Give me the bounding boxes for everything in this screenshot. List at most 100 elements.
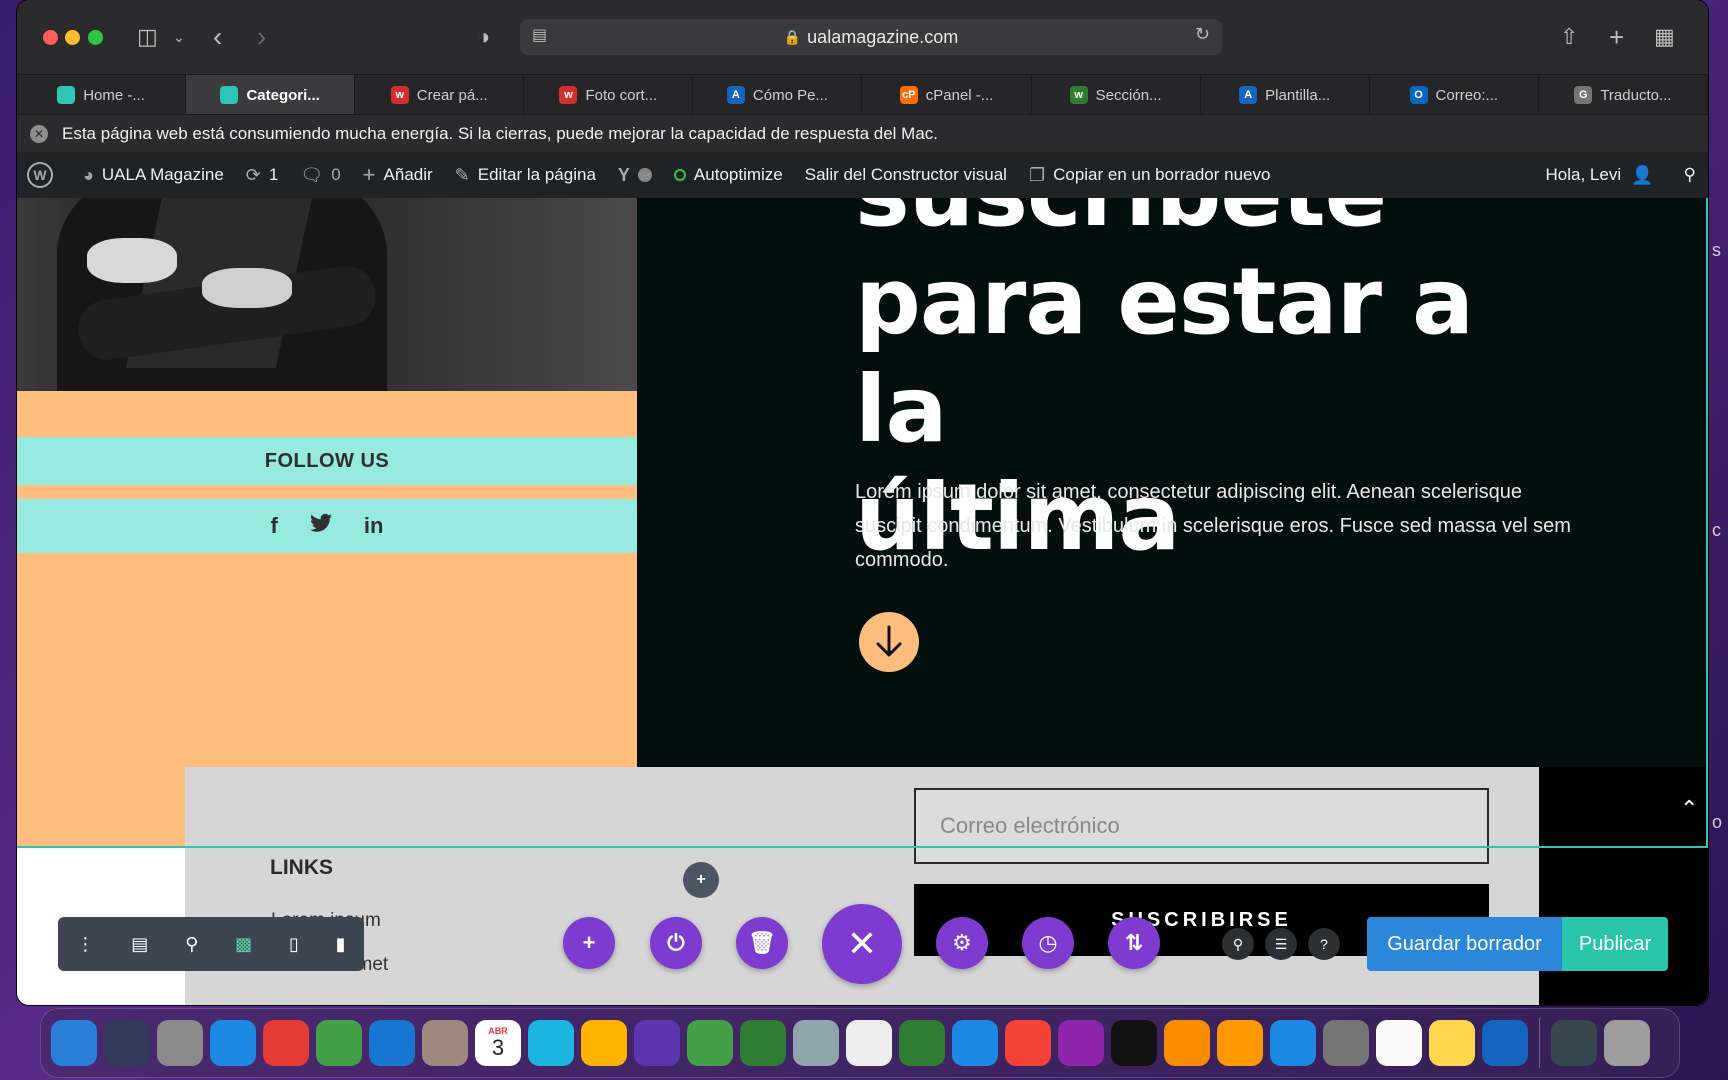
tab-label: Categori... [246, 86, 320, 104]
preview-icon[interactable] [793, 1020, 839, 1066]
imovie-icon[interactable] [634, 1020, 680, 1066]
zoom-view-icon[interactable]: ⚲ [185, 934, 198, 955]
comments-link[interactable]: 🗨 0 [300, 165, 340, 186]
messages-icon[interactable] [687, 1020, 733, 1066]
facebook-icon[interactable]: f [271, 513, 278, 539]
privacy-shield-icon[interactable]: ◑ [477, 22, 490, 52]
tab[interactable]: w Crear pá... [355, 75, 525, 115]
trash-icon[interactable]: 🗑 [736, 917, 788, 969]
wireframe-view-icon[interactable]: ▤ [131, 934, 148, 955]
yoast-menu[interactable]: Y [618, 165, 652, 186]
mail-icon[interactable] [369, 1020, 415, 1066]
edit-page-link[interactable]: ✎ Editar la página [455, 165, 596, 186]
tab[interactable]: A Cómo Pe... [693, 75, 863, 115]
facetime-icon[interactable] [740, 1020, 786, 1066]
tab[interactable]: O Correo:... [1369, 75, 1539, 115]
finder-icon[interactable] [51, 1020, 97, 1066]
portability-arrows-icon[interactable]: ⇅ [1108, 917, 1160, 969]
publish-button[interactable]: Publicar [1562, 917, 1668, 971]
tab-favicon-icon: w [559, 86, 578, 104]
account-menu[interactable]: Hola, Levi 👤 [1546, 165, 1654, 186]
trash-icon[interactable] [1604, 1020, 1650, 1066]
books-icon[interactable] [1217, 1020, 1263, 1066]
admin-search-icon[interactable]: ⚲ [1684, 165, 1696, 185]
numbers-icon[interactable] [899, 1020, 945, 1066]
close-window-button[interactable] [43, 30, 58, 45]
reload-icon[interactable]: ↻ [1195, 24, 1210, 45]
sidebar-icon[interactable]: ◫ [137, 22, 158, 52]
quicktime-icon[interactable] [1551, 1020, 1597, 1066]
tab-favicon-icon: cP [899, 86, 918, 104]
tab[interactable]: Home -... [17, 75, 187, 115]
settings-gear-icon[interactable]: ⚙ [936, 917, 988, 969]
reminders-icon[interactable] [1376, 1020, 1422, 1066]
layers-icon[interactable]: ☰ [1265, 928, 1297, 960]
tab[interactable]: G Traducto... [1538, 75, 1708, 115]
chevron-down-icon[interactable]: ⌄ [173, 22, 185, 52]
updates-link[interactable]: ⟳ 1 [246, 165, 279, 186]
add-row-icon[interactable]: + [683, 862, 719, 898]
canva-icon[interactable] [528, 1020, 574, 1066]
appletv-icon[interactable] [1111, 1020, 1157, 1066]
scroll-down-button[interactable] [859, 612, 919, 672]
email-field[interactable]: Correo electrónico [914, 788, 1489, 864]
photos-icon[interactable] [581, 1020, 627, 1066]
textedit-icon[interactable] [846, 1020, 892, 1066]
contacts-icon[interactable] [422, 1020, 468, 1066]
settings-icon[interactable] [1323, 1020, 1369, 1066]
tab[interactable]: cP cPanel -... [862, 75, 1032, 115]
linkedin-icon[interactable]: in [364, 513, 384, 539]
tablet-view-icon[interactable]: ▯ [289, 934, 299, 955]
forward-icon[interactable]: › [257, 22, 266, 52]
minimize-window-button[interactable] [65, 30, 80, 45]
tab[interactable]: A Plantilla... [1200, 75, 1370, 115]
exit-visual-builder-link[interactable]: Salir del Constructor visual [805, 165, 1007, 185]
close-notice-icon[interactable]: ✕ [30, 124, 48, 143]
history-clock-icon[interactable]: ◷ [1022, 917, 1074, 969]
more-options-icon[interactable]: ⋮ [76, 934, 94, 955]
tab[interactable]: w Foto cort... [524, 75, 694, 115]
siri-icon[interactable] [104, 1020, 150, 1066]
zoom-window-button[interactable] [88, 30, 103, 45]
add-module-button[interactable]: + [563, 917, 615, 969]
phone-view-icon[interactable]: ▮ [336, 934, 346, 955]
safari-icon[interactable] [210, 1020, 256, 1066]
word-icon[interactable] [1482, 1020, 1528, 1066]
tab[interactable]: w Sección... [1031, 75, 1201, 115]
add-new-link[interactable]: + Añadir [363, 162, 433, 188]
launchpad-icon[interactable] [157, 1020, 203, 1066]
autoptimize-link[interactable]: Autoptimize [673, 165, 783, 185]
exit-visual-builder-label: Salir del Constructor visual [804, 165, 1007, 184]
save-draft-button[interactable]: Guardar borrador [1367, 917, 1562, 971]
tab[interactable]: Categori... [186, 75, 356, 115]
calendar-icon[interactable]: ABR 3 [475, 1020, 521, 1066]
tab-overview-icon[interactable]: ▦ [1654, 22, 1675, 52]
tab-label: Correo:... [1435, 86, 1499, 104]
back-icon[interactable]: ‹ [213, 22, 222, 52]
reader-icon[interactable]: ▤ [532, 25, 547, 45]
copy-draft-link[interactable]: ❐ Copiar en un borrador nuevo [1029, 165, 1271, 186]
podcasts-icon[interactable] [1058, 1020, 1104, 1066]
power-icon[interactable]: ⏻ [650, 917, 702, 969]
notes-icon[interactable] [1429, 1020, 1475, 1066]
address-bar[interactable]: ▤ 🔒 ualamagazine.com ↻ [520, 19, 1222, 55]
search-icon[interactable]: ⚲ [1222, 928, 1254, 960]
wordpress-logo-icon[interactable]: W [27, 162, 53, 188]
keynote-icon[interactable] [952, 1020, 998, 1066]
share-icon[interactable]: ⇧ [1560, 22, 1578, 52]
chevron-up-icon[interactable]: ⌃ [1680, 796, 1698, 822]
pages-icon[interactable] [1164, 1020, 1210, 1066]
twitter-icon[interactable] [309, 513, 332, 539]
help-icon[interactable]: ? [1308, 928, 1340, 960]
page-canvas: FOLLOW US f in suscríbete para estar a l… [17, 198, 1708, 1005]
appstore-icon[interactable] [1270, 1020, 1316, 1066]
maps-icon[interactable] [316, 1020, 362, 1066]
youtube-icon[interactable] [263, 1020, 309, 1066]
hero-title-line: suscríbete [855, 198, 1555, 248]
desktop-view-icon[interactable]: ▩ [235, 934, 252, 955]
tab-favicon-icon: O [1409, 86, 1428, 104]
site-name-link[interactable]: ◕ UALA Magazine [83, 165, 224, 186]
new-tab-icon[interactable]: + [1609, 22, 1624, 52]
music-icon[interactable] [1005, 1020, 1051, 1066]
close-builder-icon[interactable]: ✕ [822, 904, 902, 984]
